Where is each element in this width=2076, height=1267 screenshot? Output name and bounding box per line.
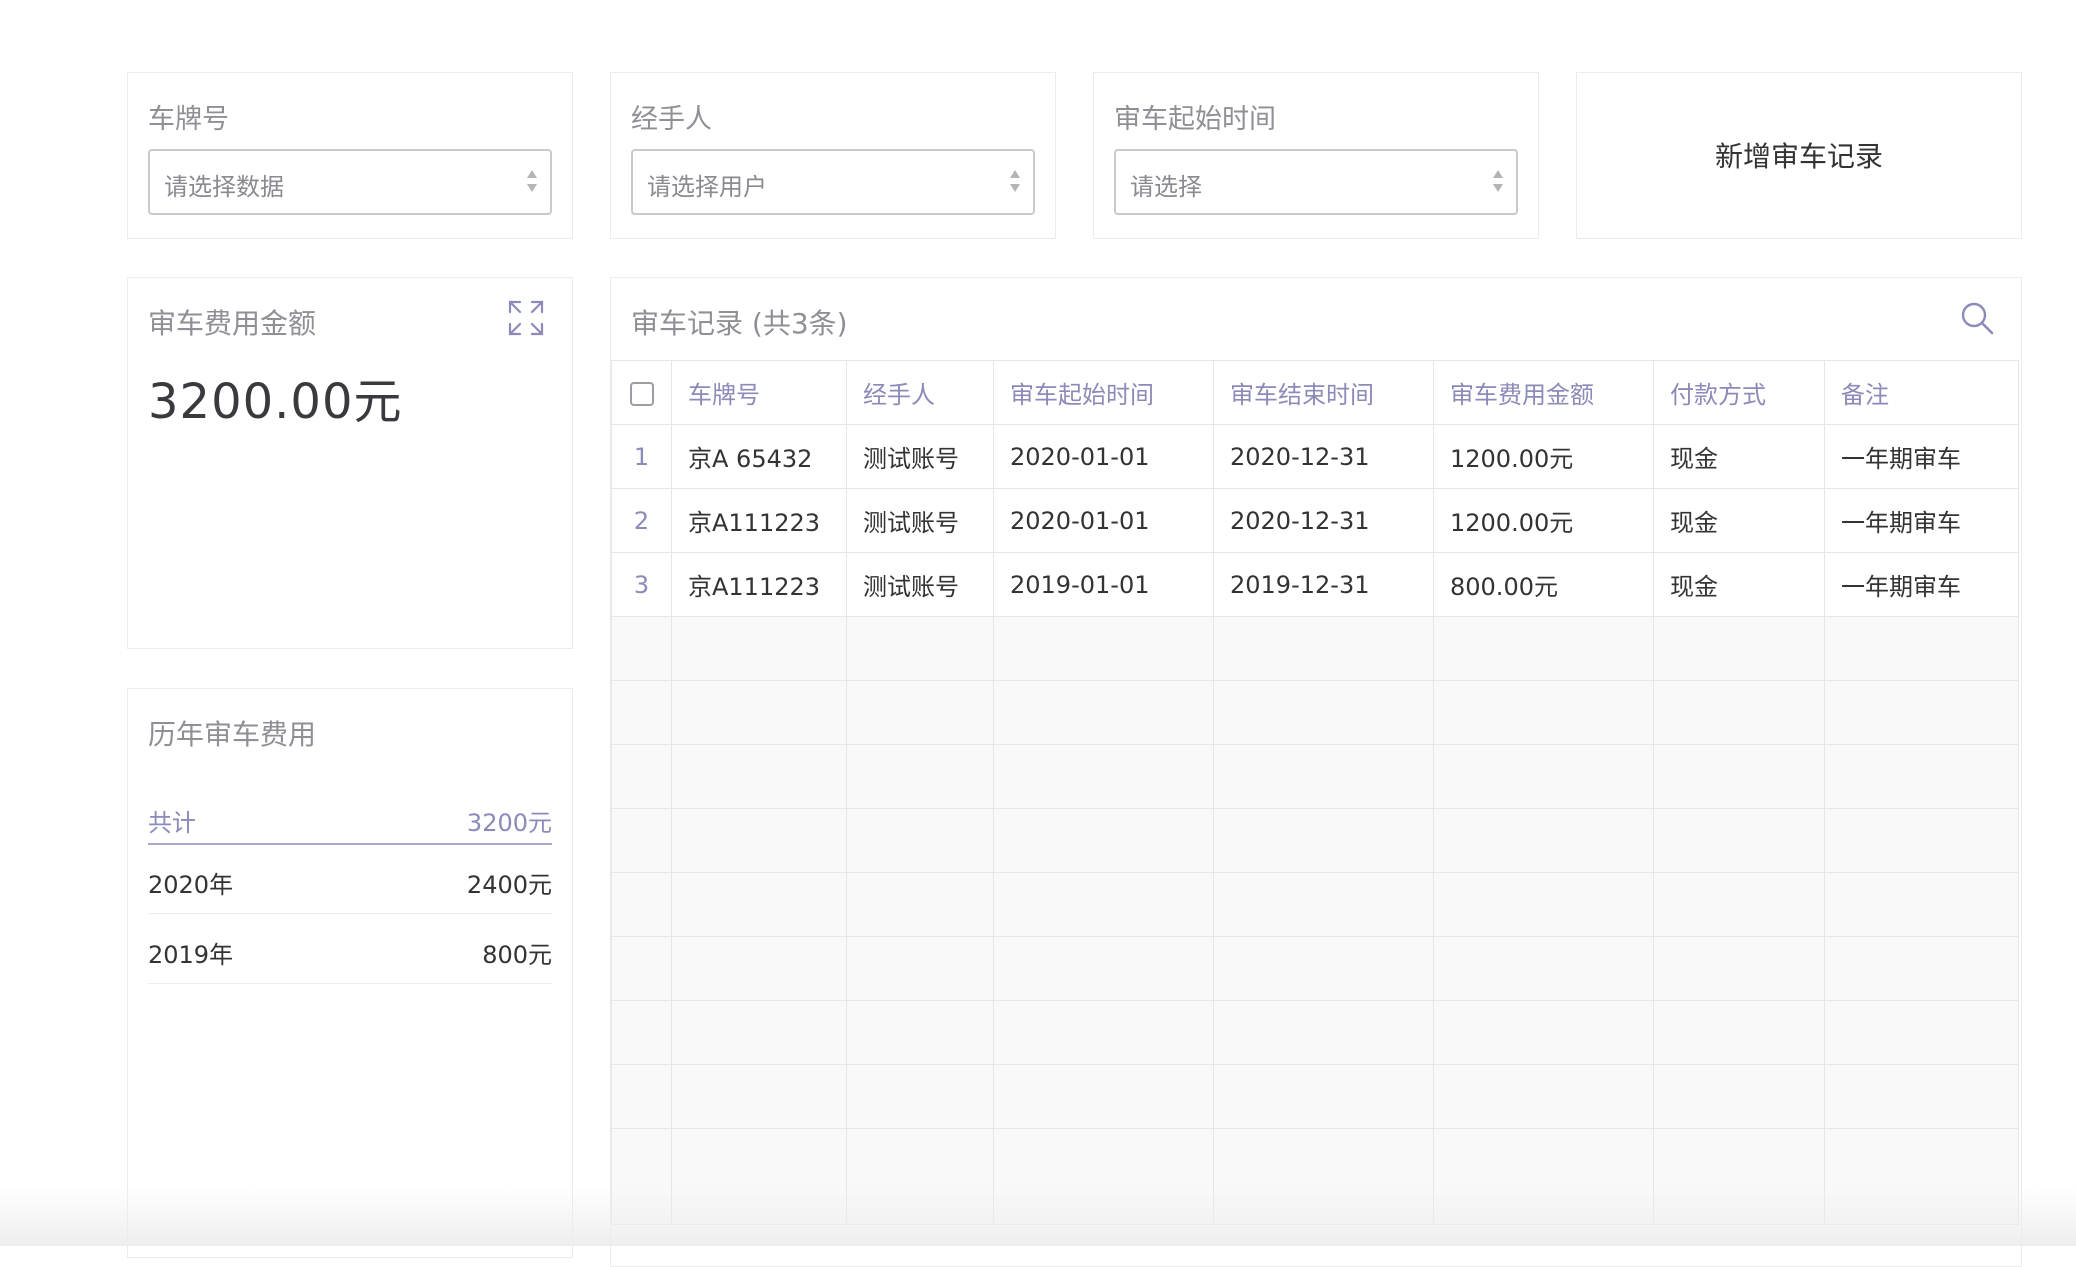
table-row[interactable]: 1 京A 65432 测试账号 2020-01-01 2020-12-31 12… (611, 424, 2019, 489)
table-row[interactable]: 3 京A111223 测试账号 2019-01-01 2019-12-31 80… (611, 552, 2019, 617)
cell-note: 一年期审车 (1824, 424, 2019, 489)
empty-row (611, 744, 2019, 809)
empty-row (611, 936, 2019, 1001)
cell-plate: 京A 65432 (671, 424, 847, 489)
cell-handler: 测试账号 (846, 488, 994, 553)
handler-filter-label: 经手人 (631, 104, 712, 135)
records-table: 车牌号 经手人 审车起始时间 审车结束时间 审车费用金额 付款方式 备注 1 京… (611, 360, 2019, 1225)
plate-select[interactable]: 请选择数据 (148, 149, 552, 215)
plate-select-placeholder: 请选择数据 (164, 173, 284, 201)
records-card: 审车记录 (共3条) 车牌号 经手人 审车起始时间 审车结束时间 审车费用金额 … (610, 277, 2022, 1267)
cell-handler: 测试账号 (846, 424, 994, 489)
cell-amount: 1200.00元 (1433, 488, 1654, 553)
history-value: 800元 (482, 941, 552, 969)
select-arrows-icon (1009, 167, 1021, 199)
cell-amount: 800.00元 (1433, 552, 1654, 617)
cell-start: 2020-01-01 (993, 424, 1214, 489)
cell-payment: 现金 (1653, 424, 1825, 489)
column-header-payment[interactable]: 付款方式 (1653, 360, 1825, 425)
empty-row (611, 1128, 2019, 1225)
expand-icon[interactable] (508, 300, 544, 336)
history-row: 2019年 800元 (148, 913, 552, 984)
history-year: 2019年 (148, 941, 234, 969)
cell-handler: 测试账号 (846, 552, 994, 617)
start-time-filter-label: 审车起始时间 (1114, 104, 1276, 135)
row-index: 1 (611, 424, 672, 489)
history-year: 2020年 (148, 871, 234, 899)
table-header-row: 车牌号 经手人 审车起始时间 审车结束时间 审车费用金额 付款方式 备注 (611, 360, 2019, 425)
fee-amount-title: 审车费用金额 (148, 307, 317, 340)
column-header-end[interactable]: 审车结束时间 (1213, 360, 1434, 425)
select-arrows-icon (1492, 167, 1504, 199)
add-record-button[interactable]: 新增审车记录 (1576, 72, 2022, 239)
column-header-plate[interactable]: 车牌号 (671, 360, 847, 425)
start-time-select-placeholder: 请选择 (1130, 173, 1202, 201)
empty-row (611, 1000, 2019, 1065)
add-record-label: 新增审车记录 (1714, 140, 1883, 173)
empty-row (611, 680, 2019, 745)
empty-row (611, 808, 2019, 873)
checkbox-icon[interactable] (629, 381, 654, 406)
plate-filter-label: 车牌号 (148, 104, 229, 135)
plate-filter-card: 车牌号 请选择数据 (127, 72, 573, 239)
cell-note: 一年期审车 (1824, 488, 2019, 553)
fee-amount-value: 3200.00元 (148, 374, 403, 430)
select-all-checkbox[interactable] (611, 360, 672, 425)
cell-payment: 现金 (1653, 488, 1825, 553)
cell-plate: 京A111223 (671, 488, 847, 553)
column-header-amount[interactable]: 审车费用金额 (1433, 360, 1654, 425)
history-total-label: 共计 (148, 809, 196, 837)
cell-end: 2020-12-31 (1213, 488, 1434, 553)
history-total-row: 共计 3200元 (148, 785, 552, 845)
column-header-handler[interactable]: 经手人 (846, 360, 994, 425)
empty-row (611, 616, 2019, 681)
cell-amount: 1200.00元 (1433, 424, 1654, 489)
search-icon[interactable] (1959, 300, 1995, 336)
column-header-note[interactable]: 备注 (1824, 360, 2019, 425)
cell-note: 一年期审车 (1824, 552, 2019, 617)
handler-select-placeholder: 请选择用户 (647, 173, 767, 201)
empty-row (611, 872, 2019, 937)
cell-end: 2020-12-31 (1213, 424, 1434, 489)
handler-select[interactable]: 请选择用户 (631, 149, 1035, 215)
cell-end: 2019-12-31 (1213, 552, 1434, 617)
history-title: 历年审车费用 (148, 718, 317, 751)
fee-amount-card: 审车费用金额 3200.00元 (127, 277, 573, 649)
row-index: 3 (611, 552, 672, 617)
empty-row (611, 1064, 2019, 1129)
start-time-select[interactable]: 请选择 (1114, 149, 1518, 215)
table-row[interactable]: 2 京A111223 测试账号 2020-01-01 2020-12-31 12… (611, 488, 2019, 553)
history-row: 2020年 2400元 (148, 843, 552, 914)
cell-start: 2019-01-01 (993, 552, 1214, 617)
cell-start: 2020-01-01 (993, 488, 1214, 553)
cell-payment: 现金 (1653, 552, 1825, 617)
select-arrows-icon (526, 167, 538, 199)
records-title: 审车记录 (共3条) (631, 307, 848, 340)
start-time-filter-card: 审车起始时间 请选择 (1093, 72, 1539, 239)
history-value: 2400元 (466, 871, 552, 899)
history-card: 历年审车费用 共计 3200元 2020年 2400元 2019年 800元 (127, 688, 573, 1258)
column-header-start[interactable]: 审车起始时间 (993, 360, 1214, 425)
row-index: 2 (611, 488, 672, 553)
cell-plate: 京A111223 (671, 552, 847, 617)
handler-filter-card: 经手人 请选择用户 (610, 72, 1056, 239)
history-total-value: 3200元 (466, 809, 552, 837)
